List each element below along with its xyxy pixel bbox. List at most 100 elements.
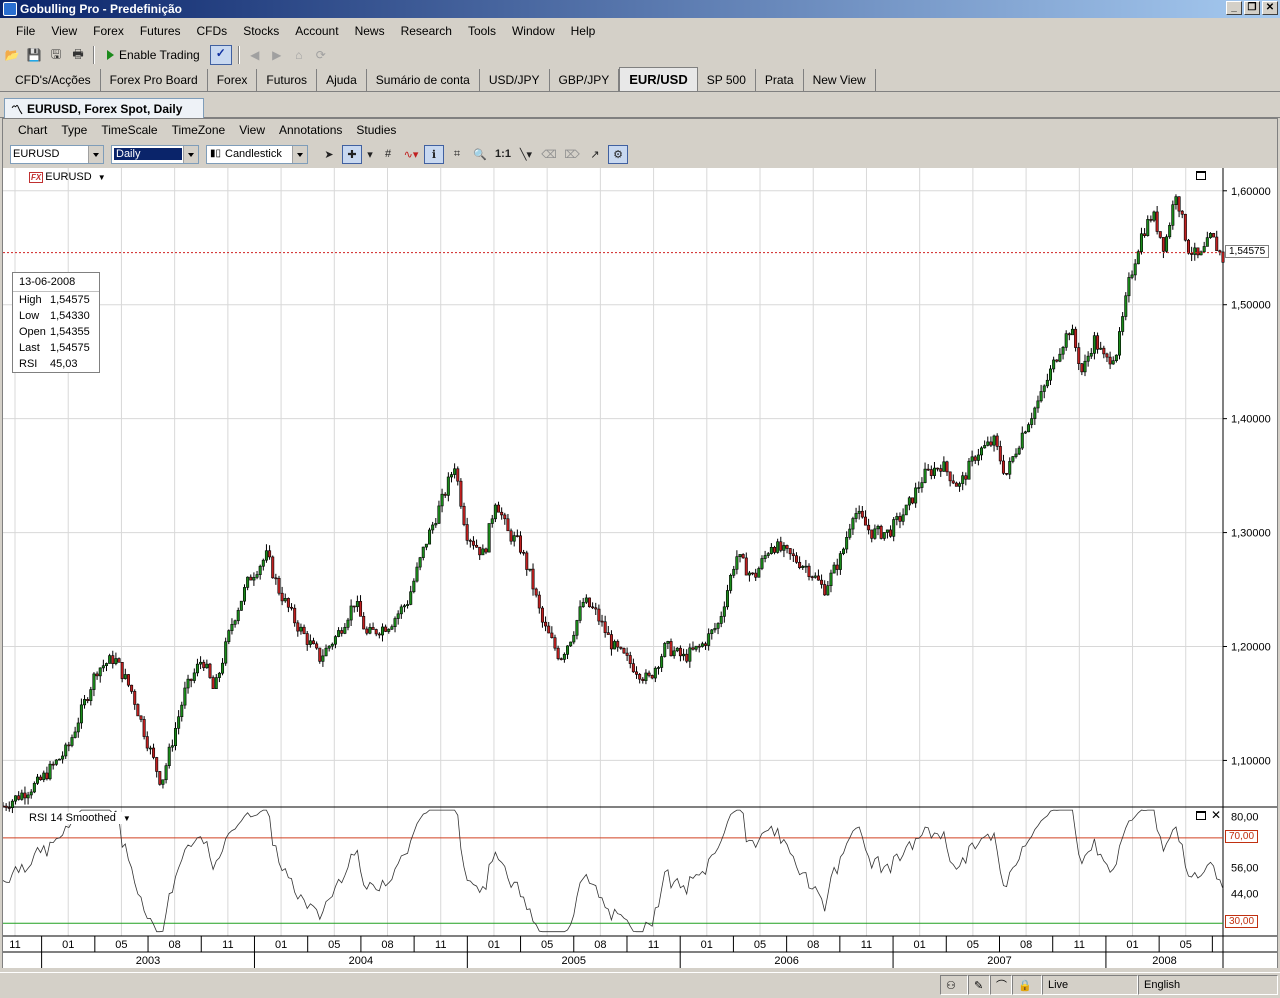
menu-file[interactable]: File <box>8 24 43 38</box>
candle-body <box>305 633 309 645</box>
candle-body <box>3 805 5 808</box>
candle-body <box>421 546 425 558</box>
chart-type-select[interactable]: ▮▯ Candlestick <box>206 144 308 164</box>
rsi-legend[interactable]: RSI 14 Smoothed ▼ <box>29 812 131 824</box>
chart-menu-annotations[interactable]: Annotations <box>272 123 349 137</box>
candle-body <box>177 716 181 729</box>
candle-body <box>95 673 99 677</box>
menu-futures[interactable]: Futures <box>132 24 189 38</box>
candle-body <box>983 445 987 449</box>
chart-menu-type[interactable]: Type <box>54 123 94 137</box>
chart-menu-studies[interactable]: Studies <box>349 123 403 137</box>
maximize-panel-icon[interactable] <box>1196 171 1206 180</box>
home-icon[interactable]: ⌂ <box>290 46 308 64</box>
chart-symbol-legend[interactable]: FX EURUSD ▼ <box>29 171 106 183</box>
tab-usd-jpy[interactable]: USD/JPY <box>480 69 550 91</box>
menu-window[interactable]: Window <box>504 24 563 38</box>
tab-forex[interactable]: Forex <box>208 69 258 91</box>
candle-body <box>490 518 494 524</box>
candle-body <box>566 645 570 655</box>
candle-body <box>885 529 889 533</box>
symbol-select[interactable]: EURUSD <box>10 144 104 164</box>
chart-menu-view[interactable]: View <box>232 123 272 137</box>
save-icon[interactable]: 💾 <box>25 46 43 64</box>
menu-forex[interactable]: Forex <box>85 24 132 38</box>
info-icon[interactable]: ℹ <box>424 144 444 164</box>
close-rsi-panel-icon[interactable]: ✕ <box>1211 808 1221 822</box>
tab-sumario-de-conta[interactable]: Sumário de conta <box>367 69 480 91</box>
candle-body <box>575 620 579 636</box>
enable-trading-button[interactable]: Enable Trading <box>101 45 206 65</box>
rsi-axis-label: 80,00 <box>1231 812 1259 824</box>
menu-view[interactable]: View <box>43 24 85 38</box>
menu-account[interactable]: Account <box>287 24 346 38</box>
save-all-icon[interactable]: 🖫 <box>47 46 65 64</box>
restore-button[interactable]: ❐ <box>1244 1 1260 15</box>
workspace-tabbar: CFD's/Acções Forex Pro Board Forex Futur… <box>0 67 1280 92</box>
candle-body <box>939 468 943 472</box>
candle-body <box>1039 391 1043 402</box>
candle-body <box>377 633 381 636</box>
candle-body <box>553 637 557 649</box>
menu-tools[interactable]: Tools <box>460 24 504 38</box>
candle-body <box>318 647 322 662</box>
candle-body <box>352 605 356 608</box>
candle-body <box>368 627 372 634</box>
candle-body <box>550 632 554 639</box>
price-chart-svg[interactable]: 1,60000 1,50000 1,40000 1,30000 1,20000 1,100… <box>3 168 1277 968</box>
pointer-icon[interactable]: ➤ <box>319 145 339 164</box>
candle-body <box>396 613 400 619</box>
candle-body <box>980 447 984 456</box>
tab-cfds-accoes[interactable]: CFD's/Acções <box>6 69 101 91</box>
document-tabbar: 〽 EURUSD, Forex Spot, Daily <box>0 96 1280 118</box>
crosshair-dropdown-icon[interactable]: ▾ <box>365 145 375 164</box>
tab-new-view[interactable]: New View <box>804 69 876 91</box>
menu-news[interactable]: News <box>347 24 393 38</box>
trade-mode-icon[interactable]: ⚙ <box>608 144 628 164</box>
eraser-icon[interactable]: ⌫ <box>539 145 559 164</box>
arrow-tool-icon[interactable]: ↗ <box>585 145 605 164</box>
data-window-icon[interactable]: ⌗ <box>447 145 467 164</box>
zoom-icon[interactable]: 🔍 <box>470 145 490 164</box>
close-button[interactable]: ✕ <box>1262 1 1278 15</box>
maximize-rsi-panel-icon[interactable] <box>1196 811 1206 820</box>
minimize-button[interactable]: _ <box>1226 1 1242 15</box>
candle-body <box>650 675 654 679</box>
print-icon[interactable]: 🖶 <box>69 46 87 64</box>
candle-body <box>402 605 406 608</box>
tab-prata[interactable]: Prata <box>756 69 804 91</box>
chart-menu-timescale[interactable]: TimeScale <box>94 123 164 137</box>
erase-all-icon[interactable]: ⌦ <box>562 145 582 164</box>
tab-forex-pro-board[interactable]: Forex Pro Board <box>101 69 208 91</box>
crosshair-icon[interactable]: ✚ <box>342 144 362 164</box>
back-icon[interactable]: ◀ <box>246 46 264 64</box>
month-label: 11 <box>435 939 446 951</box>
candle-body <box>264 550 268 561</box>
tab-futuros[interactable]: Futuros <box>257 69 318 91</box>
menu-help[interactable]: Help <box>563 24 604 38</box>
grid-icon[interactable]: # <box>378 145 398 164</box>
refresh-icon[interactable]: ⟳ <box>312 46 330 64</box>
tab-gbp-jpy[interactable]: GBP/JPY <box>550 69 620 91</box>
zoom-reset-icon[interactable]: 1:1 <box>493 145 513 164</box>
checkmark-toggle[interactable]: ✓ <box>209 45 232 65</box>
interval-select[interactable]: Daily <box>111 144 199 164</box>
candle-body <box>315 643 319 649</box>
candle-body <box>732 568 736 576</box>
indicator-icon[interactable]: ∿▾ <box>401 145 421 164</box>
chart-menu-timezone[interactable]: TimeZone <box>165 123 233 137</box>
open-folder-icon[interactable]: 📂 <box>3 46 21 64</box>
tab-eur-usd[interactable]: EUR/USD <box>619 67 698 91</box>
candle-body <box>211 677 215 690</box>
forward-icon[interactable]: ▶ <box>268 46 286 64</box>
tab-ajuda[interactable]: Ajuda <box>317 69 367 91</box>
chart-menu-chart[interactable]: Chart <box>11 123 54 137</box>
trendline-icon[interactable]: ╲▾ <box>516 145 536 164</box>
menu-stocks[interactable]: Stocks <box>235 24 287 38</box>
tab-sp-500[interactable]: SP 500 <box>698 69 756 91</box>
candle-body <box>873 528 877 539</box>
menu-research[interactable]: Research <box>393 24 460 38</box>
menu-cfds[interactable]: CFDs <box>189 24 236 38</box>
chart-document-tab[interactable]: 〽 EURUSD, Forex Spot, Daily <box>4 98 204 118</box>
plot-area[interactable]: 1,60000 1,50000 1,40000 1,30000 1,20000 1,100… <box>3 168 1277 968</box>
